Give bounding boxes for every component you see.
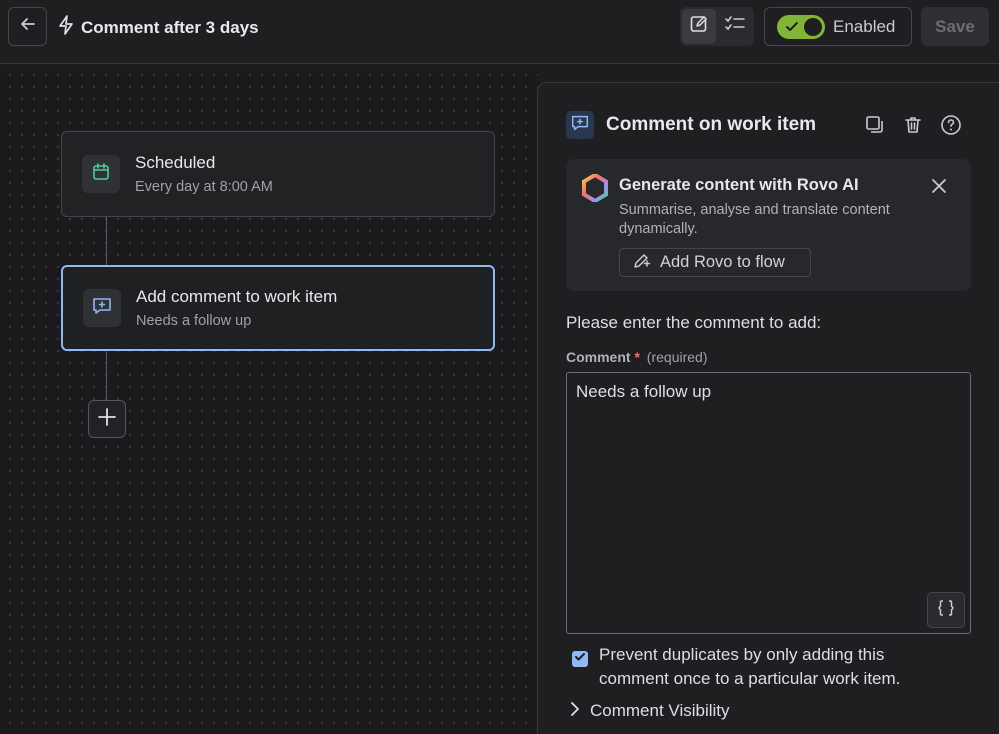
field-label-text: Comment [566, 349, 631, 365]
flow-canvas[interactable]: Scheduled Every day at 8:00 AM Add comme… [0, 65, 538, 734]
comment-visibility-expander[interactable]: Comment Visibility [568, 701, 730, 721]
rovo-promo-card: Generate content with Rovo AI Summarise,… [566, 159, 971, 291]
comment-add-icon [570, 113, 590, 138]
arrow-left-icon [18, 14, 38, 39]
toggle-knob [804, 17, 822, 36]
trigger-node-scheduled[interactable]: Scheduled Every day at 8:00 AM [61, 131, 495, 217]
action-node-add-comment[interactable]: Add comment to work item Needs a follow … [61, 265, 495, 351]
required-mark: * [634, 349, 640, 365]
add-rovo-label: Add Rovo to flow [660, 253, 785, 271]
config-panel: Comment on work item Generate content wi… [537, 82, 999, 734]
plus-icon [97, 407, 117, 432]
panel-actions [864, 114, 962, 136]
add-rovo-button[interactable]: Add Rovo to flow [619, 248, 811, 277]
lightning-icon [57, 15, 75, 40]
connector-line [106, 217, 107, 266]
braces-icon [936, 598, 956, 623]
save-button[interactable]: Save [921, 7, 989, 46]
comment-field-label: Comment * (required) [566, 349, 708, 365]
chevron-right-icon [568, 701, 582, 721]
trash-icon[interactable] [902, 114, 924, 136]
panel-icon-box [566, 111, 594, 139]
prevent-duplicates-label: Prevent duplicates by only adding this c… [599, 645, 901, 688]
node-icon-box [83, 289, 121, 327]
rule-title[interactable]: Comment after 3 days [81, 18, 259, 38]
panel-header: Comment on work item [566, 111, 816, 139]
node-icon-box [82, 155, 120, 193]
edit-icon [689, 14, 709, 39]
check-icon [574, 650, 586, 668]
node-title: Add comment to work item [136, 287, 338, 306]
back-button[interactable] [8, 7, 47, 46]
prevent-duplicates-checkbox[interactable] [572, 651, 588, 667]
connector-line [106, 352, 107, 401]
help-icon[interactable] [940, 114, 962, 136]
node-subtitle: Every day at 8:00 AM [135, 179, 273, 195]
toggle-switch[interactable] [777, 14, 825, 40]
checklist-icon [724, 14, 746, 39]
rule-title-wrap: Comment after 3 days [57, 15, 259, 40]
rovo-logo-icon [582, 172, 608, 207]
close-icon[interactable] [930, 177, 948, 200]
prompt-text: Please enter the comment to add: [566, 313, 822, 332]
check-icon [784, 19, 800, 40]
enabled-toggle[interactable]: Enabled [764, 7, 912, 46]
rovo-description: Summarise, analyse and translate content… [619, 202, 890, 237]
node-subtitle: Needs a follow up [136, 313, 252, 329]
ai-pen-icon [632, 250, 652, 275]
duplicate-icon[interactable] [864, 114, 886, 136]
panel-title: Comment on work item [606, 114, 817, 135]
calendar-icon [91, 162, 111, 187]
required-text: (required) [646, 349, 708, 365]
top-bar: Comment after 3 days Enabled Save [0, 0, 999, 64]
comment-visibility-label: Comment Visibility [590, 701, 730, 720]
view-toggle [680, 7, 754, 46]
enabled-label: Enabled [833, 16, 896, 36]
node-title: Scheduled [135, 153, 216, 172]
checklist-view-button[interactable] [718, 9, 752, 44]
rovo-title: Generate content with Rovo AI [619, 176, 859, 194]
comment-add-icon [91, 295, 113, 322]
prevent-duplicates-option[interactable]: Prevent duplicates by only adding this c… [572, 643, 939, 691]
smart-value-button[interactable] [927, 592, 965, 628]
comment-textarea[interactable]: Needs a follow up [566, 372, 971, 634]
edit-view-button[interactable] [682, 9, 716, 44]
add-step-button[interactable] [88, 400, 126, 438]
